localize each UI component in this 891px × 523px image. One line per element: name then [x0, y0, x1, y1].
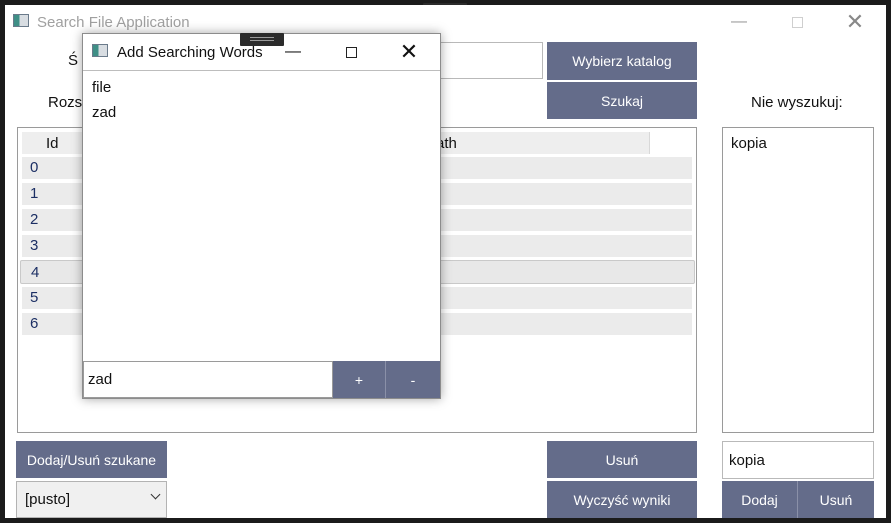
row-id: 1 [30, 185, 39, 202]
row-id: 5 [30, 289, 39, 306]
exclude-add-button[interactable]: Dodaj [722, 481, 797, 518]
exclude-list[interactable]: kopia [722, 127, 874, 433]
exclude-word-input[interactable]: kopia [722, 441, 874, 479]
words-list[interactable]: file zad [83, 71, 440, 359]
source-path-input[interactable] [433, 42, 543, 79]
desktop: { "main_window": { "title": "Search File… [0, 0, 891, 523]
exclude-remove-button[interactable]: Usuń [798, 481, 874, 518]
row-id: 0 [30, 159, 39, 176]
list-item[interactable]: file [92, 79, 111, 96]
search-select-value: [pusto] [25, 491, 71, 508]
remove-result-button[interactable]: Usuń [547, 441, 697, 478]
row-id: 3 [30, 237, 39, 254]
maximize-icon [345, 46, 357, 58]
row-id: 4 [31, 264, 40, 281]
table-header-filler [649, 132, 693, 154]
maximize-button[interactable] [774, 5, 820, 39]
add-word-button[interactable]: + [333, 361, 385, 398]
row-id: 6 [30, 315, 39, 332]
search-button[interactable]: Szukaj [547, 82, 697, 119]
exclude-label: Nie wyszukuj: [751, 94, 843, 111]
minimize-icon: — [285, 43, 301, 60]
close-button[interactable]: ✕ [832, 5, 878, 39]
close-icon: ✕ [399, 39, 419, 64]
add-words-dialog: Add Searching Words — ✕ file zad zad + - [82, 33, 441, 399]
dialog-app-icon [92, 44, 108, 57]
dialog-close-button[interactable]: ✕ [386, 34, 432, 70]
add-remove-search-button[interactable]: Dodaj/Usuń szukane [16, 441, 167, 478]
close-icon: ✕ [845, 9, 865, 34]
remove-word-button[interactable]: - [386, 361, 440, 398]
choose-directory-button[interactable]: Wybierz katalog [547, 42, 697, 80]
dialog-maximize-button[interactable] [328, 34, 374, 70]
app-icon [13, 14, 29, 27]
maximize-icon [791, 16, 803, 28]
dialog-drag-handle[interactable] [240, 33, 284, 46]
chevron-down-icon [150, 489, 161, 500]
exclude-list-item[interactable]: kopia [731, 135, 767, 152]
column-header-id[interactable]: Id [46, 135, 59, 152]
dialog-title: Add Searching Words [117, 44, 263, 61]
main-window-title: Search File Application [37, 14, 190, 31]
clear-results-button[interactable]: Wyczyść wyniki [547, 481, 697, 518]
source-label: Ś [68, 52, 79, 69]
minimize-button[interactable]: — [716, 5, 762, 39]
minimize-icon: — [731, 13, 747, 30]
search-words-select[interactable]: [pusto] [16, 481, 167, 518]
row-id: 2 [30, 211, 39, 228]
list-item[interactable]: zad [92, 104, 116, 121]
word-input[interactable]: zad [83, 361, 333, 398]
